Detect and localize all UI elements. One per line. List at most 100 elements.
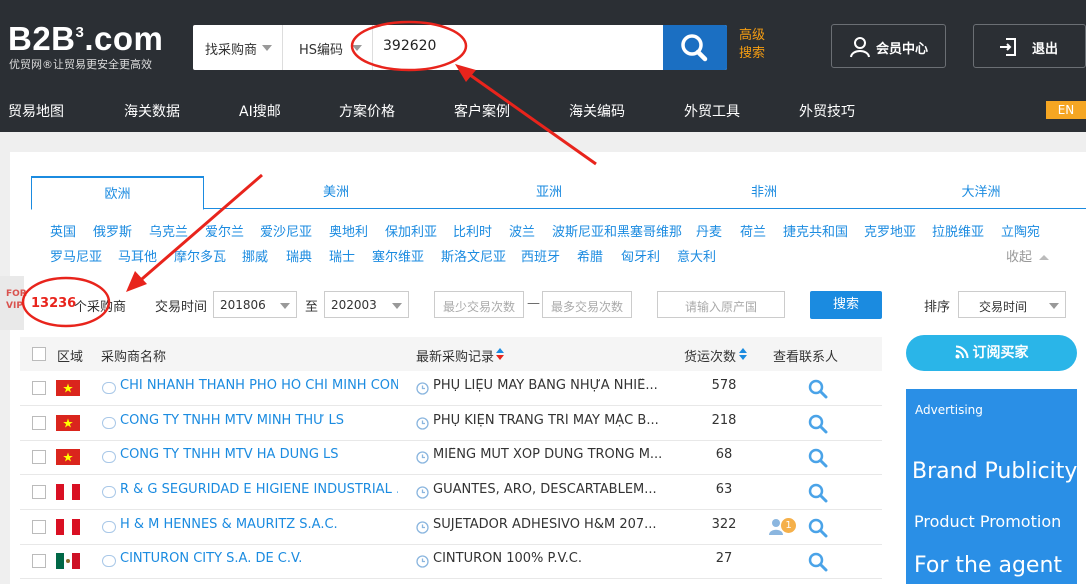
advertising-banner[interactable]: Advertising Brand Publicity Product Prom… [906,389,1077,584]
row-checkbox[interactable] [32,485,46,499]
chat-icon[interactable] [102,417,116,429]
max-trade-count-input[interactable]: 最多交易次数 [542,291,632,318]
buyer-name-link[interactable]: H & M HENNES & MAURITZ S.A.C. [120,517,398,532]
col-shipments[interactable]: 货运次数 [684,346,736,365]
date-to-select[interactable]: 202003 [324,291,409,318]
member-center-button[interactable]: 会员中心 [831,24,946,68]
country-link[interactable]: 英国 [50,221,76,240]
search-input[interactable]: 392620 [383,38,436,54]
search-contacts-icon[interactable] [808,414,828,434]
search-contacts-icon[interactable] [808,518,828,538]
filter-search-button[interactable]: 搜索 [810,291,882,319]
country-link[interactable]: 意大利 [677,246,716,265]
chevron-down-icon [262,45,272,51]
select-all-checkbox[interactable] [32,347,46,361]
row-checkbox[interactable] [32,416,46,430]
sort-arrows-icon[interactable] [739,347,747,361]
chat-icon[interactable] [102,555,116,567]
nav-hs-codes[interactable]: 海关编码 [569,101,625,121]
country-link[interactable]: 奥地利 [329,221,368,240]
country-link[interactable]: 爱沙尼亚 [260,221,312,240]
country-link[interactable]: 希腊 [577,246,603,265]
search-field-select[interactable]: HS编码 [283,25,373,70]
country-link[interactable]: 克罗地亚 [864,221,916,240]
vip-side-tab[interactable]: FOR VIP [0,276,27,330]
buyer-name-link[interactable]: R & G SEGURIDAD E HIGIENE INDUSTRIAL ... [120,482,398,497]
row-checkbox[interactable] [32,450,46,464]
country-link[interactable]: 拉脱维亚 [932,221,984,240]
sort-select[interactable]: 交易时间 [958,291,1066,318]
search-contacts-icon[interactable] [808,552,828,572]
table-row[interactable]: R & G SEGURIDAD E HIGIENE INDUSTRIAL ...… [20,475,882,510]
country-link[interactable]: 摩尔多瓦 [174,246,226,265]
chat-icon[interactable] [102,382,116,394]
tab-africa[interactable]: 非洲 [719,176,809,209]
col-latest-record[interactable]: 最新采购记录 [416,346,494,365]
buyer-name-link[interactable]: CINTURON CITY S.A. DE C.V. [120,551,398,566]
tab-oceania[interactable]: 大洋洲 [936,176,1026,209]
search-button[interactable] [663,25,727,70]
country-link[interactable]: 匈牙利 [621,246,660,265]
search-contacts-icon[interactable] [808,448,828,468]
row-checkbox[interactable] [32,520,46,534]
country-link[interactable]: 俄罗斯 [93,221,132,240]
country-link[interactable]: 塞尔维亚 [372,246,424,265]
country-link[interactable]: 波兰 [509,221,535,240]
nav-cases[interactable]: 客户案例 [454,101,510,121]
sort-arrows-icon[interactable] [496,347,504,361]
table-row[interactable]: CHI NHÁNH THÀNH PHỐ HỒ CHÍ MINH CÔN... P… [20,371,882,406]
country-link[interactable]: 挪威 [242,246,268,265]
country-link[interactable]: 立陶宛 [1001,221,1040,240]
buyer-name-link[interactable]: CÔNG TY TNHH MTV HÀ DŨNG LS [120,447,398,462]
chat-icon[interactable] [102,521,116,533]
buyer-name-link[interactable]: CÔNG TY TNHH MTV MINH THƯ LS [120,413,398,428]
country-link[interactable]: 比利时 [453,221,492,240]
nav-pricing[interactable]: 方案价格 [339,101,395,121]
table-row[interactable]: CÔNG TY TNHH MTV MINH THƯ LS PHỤ KIỆN TR… [20,406,882,441]
tab-europe[interactable]: 欧洲 [31,176,204,210]
language-toggle[interactable]: EN [1046,101,1086,119]
country-link[interactable]: 斯洛文尼亚 [441,246,506,265]
country-link[interactable]: 保加利亚 [385,221,437,240]
logout-button[interactable]: 退出 [973,24,1086,68]
country-link[interactable]: 荷兰 [740,221,766,240]
country-link[interactable]: 西班牙 [521,246,560,265]
country-link[interactable]: 马耳他 [118,246,157,265]
table-row[interactable]: H & M HENNES & MAURITZ S.A.C. SUJETADOR … [20,510,882,545]
collapse-toggle[interactable]: 收起 [1006,246,1050,265]
nav-trade-tips[interactable]: 外贸技巧 [799,101,855,121]
nav-ai-email[interactable]: AI搜邮 [239,101,281,121]
origin-country-input[interactable]: 请输入原产国 [657,291,785,318]
row-checkbox[interactable] [32,381,46,395]
country-link[interactable]: 波斯尼亚和黑塞哥维那 [552,221,682,240]
country-link[interactable]: 罗马尼亚 [50,246,102,265]
nav-trade-tools[interactable]: 外贸工具 [684,101,740,121]
table-row[interactable]: CÔNG TY TNHH MTV HÀ DŨNG LS MIẾNG MÚT XỐ… [20,440,882,475]
logout-label: 退出 [1032,42,1059,57]
nav-customs-data[interactable]: 海关数据 [124,101,180,121]
buyer-name-link[interactable]: CHI NHÁNH THÀNH PHỐ HỒ CHÍ MINH CÔN... [120,378,398,393]
country-link[interactable]: 乌克兰 [149,221,188,240]
row-checkbox[interactable] [32,554,46,568]
country-link[interactable]: 丹麦 [696,221,722,240]
date-from-select[interactable]: 201806 [213,291,297,318]
country-link[interactable]: 瑞典 [286,246,312,265]
tab-asia[interactable]: 亚洲 [504,176,594,209]
tab-americas[interactable]: 美洲 [291,176,381,209]
clock-icon [416,382,429,395]
country-link[interactable]: 捷克共和国 [783,221,848,240]
col-contacts: 查看联系人 [773,350,839,365]
advanced-search-link[interactable]: 高级搜索 [739,27,769,63]
chat-icon[interactable] [102,451,116,463]
site-logo[interactable]: B2B3.com [8,20,163,58]
country-link[interactable]: 爱尔兰 [205,221,244,240]
search-type-select[interactable]: 找采购商 [193,25,283,70]
min-trade-count-input[interactable]: 最少交易次数 [434,291,524,318]
search-contacts-icon[interactable] [808,379,828,399]
search-contacts-icon[interactable] [808,483,828,503]
table-row[interactable]: CINTURON CITY S.A. DE C.V. CINTURON 100%… [20,544,882,579]
nav-trade-map[interactable]: 贸易地图 [8,101,64,121]
subscribe-buyers-button[interactable]: 订阅买家 [906,335,1077,371]
country-link[interactable]: 瑞士 [329,246,355,265]
chat-icon[interactable] [102,486,116,498]
